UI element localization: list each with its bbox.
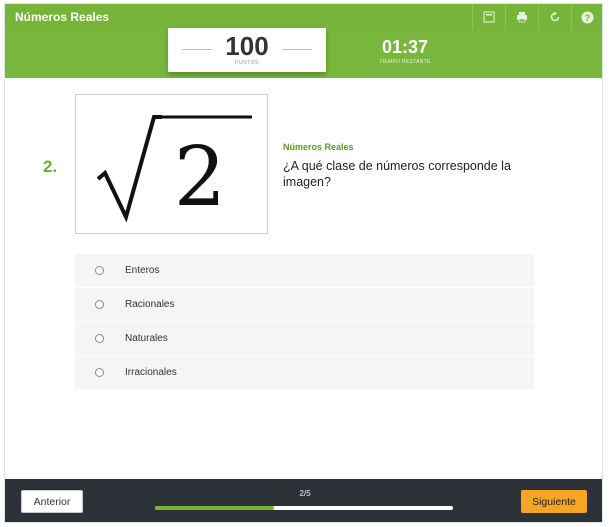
question-image: 2 <box>75 94 268 234</box>
progress-bar <box>155 506 453 510</box>
question-number: 2. <box>43 157 58 176</box>
option-racionales[interactable]: Racionales <box>75 288 534 322</box>
timer-value: 01:37 <box>381 37 429 57</box>
score-card: 100 PUNTOS <box>168 28 326 72</box>
help-icon[interactable]: ? <box>571 4 602 30</box>
option-irracionales[interactable]: Irracionales <box>75 356 534 390</box>
option-label: Enteros <box>125 265 160 276</box>
progress-label: 2/5 <box>299 489 311 498</box>
title-bar: Números Reales ? <box>5 4 602 30</box>
score-label: PUNTOS <box>235 60 259 66</box>
svg-text:2: 2 <box>174 130 226 225</box>
question-text: ¿A qué clase de números corresponde la i… <box>283 159 511 189</box>
radio-button[interactable] <box>95 368 104 377</box>
option-label: Racionales <box>125 299 175 310</box>
option-naturales[interactable]: Naturales <box>75 322 534 356</box>
footer-bar: Anterior 2/5 Siguiente <box>5 479 602 522</box>
print-icon[interactable] <box>505 4 537 30</box>
score-value: 100 <box>225 31 269 61</box>
timer-label: TIEMPO RESTANTE <box>379 59 431 65</box>
answer-options: Enteros Racionales Naturales Irracionale… <box>75 254 534 390</box>
quiz-window: Números Reales ? 100 PUNTOS 01:37 TIEMPO… <box>4 3 603 523</box>
option-label: Naturales <box>125 333 168 344</box>
option-enteros[interactable]: Enteros <box>75 254 534 288</box>
next-button[interactable]: Siguiente <box>521 490 587 513</box>
radio-button[interactable] <box>95 266 104 275</box>
fullscreen-icon[interactable] <box>472 4 504 30</box>
question-category: Números Reales <box>283 142 354 152</box>
timer: 01:37 TIEMPO RESTANTE <box>370 37 440 65</box>
svg-text:?: ? <box>585 13 591 23</box>
quiz-title: Números Reales <box>15 10 110 24</box>
restart-icon[interactable] <box>538 4 570 30</box>
progress-fill <box>155 506 275 510</box>
previous-button[interactable]: Anterior <box>21 490 83 513</box>
radio-button[interactable] <box>95 334 104 343</box>
radio-button[interactable] <box>95 300 104 309</box>
option-label: Irracionales <box>125 367 177 378</box>
